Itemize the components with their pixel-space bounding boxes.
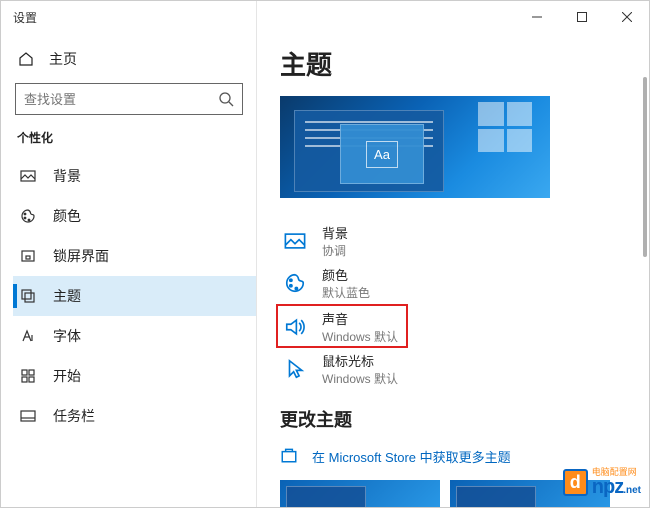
nav-label: 开始 — [53, 366, 81, 386]
sidebar-item-start[interactable]: 开始 — [13, 356, 256, 396]
setting-color[interactable]: 颜色 默认蓝色 — [280, 262, 649, 304]
setting-sound[interactable]: 声音 Windows 默认 — [280, 310, 404, 344]
theme-thumbnail[interactable] — [450, 480, 610, 507]
nav-label: 字体 — [53, 326, 81, 346]
preview-aa: Aa — [366, 141, 398, 168]
store-link[interactable]: 在 Microsoft Store 中获取更多主题 — [280, 446, 649, 466]
setting-title: 颜色 — [322, 265, 370, 284]
windows-logo-icon — [478, 102, 532, 152]
font-icon — [19, 328, 37, 344]
picture-icon — [282, 228, 308, 254]
sidebar-item-fonts[interactable]: 字体 — [13, 316, 256, 356]
sidebar-item-background[interactable]: 背景 — [13, 156, 256, 196]
sidebar-item-colors[interactable]: 颜色 — [13, 196, 256, 236]
home-link[interactable]: 主页 — [13, 41, 256, 77]
nav-label: 任务栏 — [53, 406, 95, 426]
store-link-text: 在 Microsoft Store 中获取更多主题 — [312, 447, 511, 466]
palette-icon — [19, 208, 37, 224]
window-title: 设置 — [13, 9, 514, 26]
minimize-button[interactable] — [514, 1, 559, 33]
main-panel: 主题 Aa 背景 协调 颜色 默认蓝色 — [256, 33, 649, 507]
start-icon — [19, 368, 37, 384]
change-theme-heading: 更改主题 — [280, 406, 649, 432]
theme-thumbnail[interactable] — [280, 480, 440, 507]
lockscreen-icon — [19, 248, 37, 264]
theme-thumbnails — [280, 480, 649, 507]
setting-sub: Windows 默认 — [322, 328, 398, 345]
sidebar-item-themes[interactable]: 主题 — [13, 276, 256, 316]
sidebar-item-taskbar[interactable]: 任务栏 — [13, 396, 256, 436]
home-icon — [17, 51, 35, 67]
section-label: 个性化 — [13, 129, 256, 146]
home-label: 主页 — [49, 49, 77, 69]
setting-title: 声音 — [322, 309, 398, 328]
sound-icon — [282, 314, 308, 340]
theme-preview: Aa — [280, 96, 550, 198]
store-icon — [280, 446, 300, 466]
nav-label: 主题 — [53, 286, 81, 306]
cursor-icon — [282, 356, 308, 382]
setting-background[interactable]: 背景 协调 — [280, 220, 649, 262]
search-icon — [218, 91, 234, 107]
setting-sub: 默认蓝色 — [322, 284, 370, 301]
sidebar: 主页 个性化 背景 颜色 锁屏界面 主题 字体 开始 — [1, 33, 256, 507]
setting-sub: 协调 — [322, 242, 348, 259]
nav-label: 背景 — [53, 166, 81, 186]
titlebar: 设置 — [1, 1, 649, 33]
theme-icon — [19, 288, 37, 304]
preview-subwindow: Aa — [340, 124, 424, 184]
highlight-annotation: 声音 Windows 默认 — [276, 304, 408, 348]
palette-icon — [282, 270, 308, 296]
setting-sub: Windows 默认 — [322, 370, 398, 387]
close-button[interactable] — [604, 1, 649, 33]
taskbar-icon — [19, 408, 37, 424]
sidebar-item-lockscreen[interactable]: 锁屏界面 — [13, 236, 256, 276]
picture-icon — [19, 168, 37, 184]
maximize-button[interactable] — [559, 1, 604, 33]
setting-cursor[interactable]: 鼠标光标 Windows 默认 — [280, 348, 649, 390]
page-title: 主题 — [280, 45, 649, 82]
nav-label: 颜色 — [53, 206, 81, 226]
setting-title: 背景 — [322, 223, 348, 242]
scrollbar[interactable] — [643, 77, 647, 257]
search-box[interactable] — [15, 83, 243, 115]
nav-label: 锁屏界面 — [53, 246, 109, 266]
setting-title: 鼠标光标 — [322, 351, 398, 370]
search-input[interactable] — [24, 92, 218, 107]
